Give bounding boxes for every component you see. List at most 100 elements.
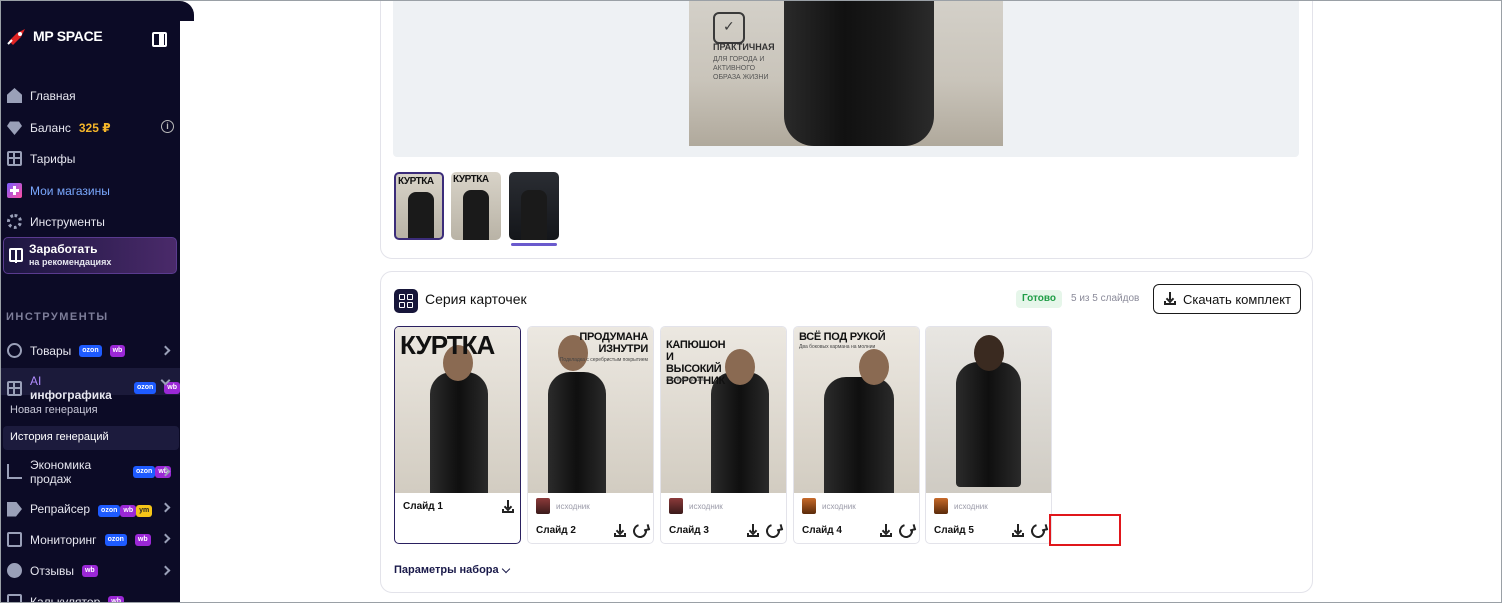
slide-model: [956, 362, 1021, 487]
main-content: ПРАКТИЧНАЯ ДЛЯ ГОРОДА И АКТИВНОГО ОБРАЗА…: [180, 1, 1501, 602]
refresh-icon[interactable]: [763, 521, 783, 541]
nav-balance[interactable]: Баланс 325 ₽: [7, 120, 111, 135]
wb-badge: wb: [108, 595, 124, 602]
nav-new-generation[interactable]: Новая генерация: [10, 404, 98, 416]
nav-calculator[interactable]: Калькулятор wb: [7, 594, 124, 603]
download-icon[interactable]: [746, 524, 760, 538]
wb-badge: wb: [81, 564, 98, 577]
slide-subtitle: Два боковых кармана на молнии: [799, 344, 876, 350]
set-parameters-toggle[interactable]: Параметры набора: [394, 564, 510, 576]
hierarchy-icon: [7, 343, 22, 358]
slide-model-head: [859, 349, 889, 385]
chat-icon: [7, 563, 22, 578]
monitor-icon: [7, 532, 22, 547]
chevron-down-icon: [501, 564, 510, 573]
nav-my-stores[interactable]: Мои магазины: [7, 183, 110, 198]
grid-icon: [394, 289, 418, 313]
preview-title: ПРАКТИЧНАЯ: [713, 42, 775, 52]
nav-tariffs[interactable]: Тарифы: [7, 151, 75, 166]
slide-card-1[interactable]: КУРТКА Слайд 1: [394, 326, 521, 544]
slide-card-3[interactable]: КАПЮШОН И ВЫСОКИЙ ВОРОТНИК Застёжка до ш…: [660, 326, 787, 544]
slide-card-5[interactable]: исходник Слайд 5: [925, 326, 1052, 544]
nav-products[interactable]: Товары ozon wb: [7, 343, 126, 358]
source-label: исходник: [954, 501, 988, 511]
info-icon[interactable]: i: [161, 120, 174, 133]
nav-tools[interactable]: Инструменты: [7, 214, 105, 229]
slide-image: [926, 327, 1051, 493]
nav-repricer-label: Репрайсер: [30, 502, 91, 516]
source-row: исходник: [802, 498, 856, 514]
logo[interactable]: MP SPACE: [7, 27, 103, 45]
nav-reviews[interactable]: Отзывы wb: [7, 563, 98, 578]
refresh-icon[interactable]: [1028, 521, 1048, 541]
download-set-label: Скачать комплект: [1182, 291, 1291, 307]
thumbnail-3[interactable]: [509, 172, 559, 240]
source-thumbnail[interactable]: [934, 498, 948, 514]
nav-balance-label: Баланс: [30, 120, 71, 135]
tag-icon: [7, 501, 22, 517]
nav-ai-infographics[interactable]: AI инфографика ozon wb: [7, 374, 180, 402]
slide-card-2[interactable]: ПРОДУМАНА ИЗНУТРИ Подкладка с серебристы…: [527, 326, 654, 544]
wb-badge: wb: [109, 344, 126, 357]
highlight-box: [1049, 514, 1121, 546]
download-icon[interactable]: [501, 500, 515, 514]
nav-home[interactable]: Главная: [7, 88, 76, 103]
thumbnail-model: [463, 190, 489, 240]
nav-repricer[interactable]: Репрайсер ozon wb ym: [7, 501, 153, 517]
refresh-icon[interactable]: [630, 521, 650, 541]
nav-products-label: Товары: [30, 343, 72, 358]
sidebar: MP SPACE Главная Баланс 325 ₽ i Тарифы М…: [1, 1, 180, 603]
diamond-icon: [7, 121, 22, 135]
preview-image: ПРАКТИЧНАЯ ДЛЯ ГОРОДА И АКТИВНОГО ОБРАЗА…: [689, 1, 1003, 146]
download-icon: [1163, 292, 1177, 306]
slide-label: Слайд 5: [934, 525, 974, 536]
table-icon: [7, 151, 22, 166]
download-icon[interactable]: [1011, 524, 1025, 538]
chevron-right-icon[interactable]: [160, 345, 171, 356]
series-title: Серия карточек: [425, 291, 527, 307]
source-thumbnail[interactable]: [669, 498, 683, 514]
thumbnail-model: [521, 190, 547, 240]
nav-monitoring[interactable]: Мониторинг ozon wb: [7, 532, 151, 547]
balance-value: 325 ₽: [78, 120, 111, 135]
download-set-button[interactable]: Скачать комплект: [1153, 284, 1301, 314]
ai-prefix: AI: [29, 374, 42, 388]
thumbnail-2[interactable]: КУРТКА: [451, 172, 501, 240]
preview-model: [784, 1, 934, 146]
nav-generation-history[interactable]: История генераций: [10, 431, 109, 443]
earn-subtitle: на рекомендациях: [29, 257, 112, 267]
nav-sales-economics[interactable]: Экономика продаж ozon wb: [7, 458, 172, 486]
slides-count: 5 из 5 слайдов: [1071, 293, 1140, 304]
chevron-right-icon[interactable]: [160, 502, 171, 513]
plus-icon: [7, 183, 22, 198]
source-row: исходник: [934, 498, 988, 514]
thumbnail-active-indicator: [511, 243, 557, 246]
nav-home-label: Главная: [30, 88, 76, 103]
chevron-right-icon[interactable]: [160, 565, 171, 576]
slide-card-4[interactable]: ВСЁ ПОД РУКОЙ Два боковых кармана на мол…: [793, 326, 920, 544]
slide-model-head: [725, 349, 755, 385]
slide-model: [711, 372, 769, 493]
home-icon: [7, 88, 22, 103]
wb-badge: wb: [120, 505, 137, 517]
slide-label: Слайд 4: [802, 525, 842, 536]
status-badge: Готово: [1016, 290, 1063, 308]
source-thumbnail[interactable]: [802, 498, 816, 514]
nav-reviews-label: Отзывы: [30, 563, 74, 578]
nav-ai-infographics-label: инфографика: [29, 388, 112, 402]
thumbnail-model: [408, 192, 434, 238]
slide-subtitle: Подкладка с серебристым покрытием: [559, 357, 648, 363]
nav-tools-label: Инструменты: [30, 214, 105, 229]
refresh-icon[interactable]: [896, 521, 916, 541]
nav-calculator-label: Калькулятор: [30, 594, 101, 603]
source-thumbnail[interactable]: [536, 498, 550, 514]
download-icon[interactable]: [613, 524, 627, 538]
collapse-sidebar-icon[interactable]: [152, 32, 167, 47]
download-icon[interactable]: [879, 524, 893, 538]
thumbnail-1[interactable]: КУРТКА: [394, 172, 444, 240]
calculator-icon: [7, 594, 22, 602]
slide-image: КУРТКА: [395, 327, 520, 493]
thumbnail-title: КУРТКА: [398, 176, 434, 187]
chevron-right-icon[interactable]: [160, 533, 171, 544]
gift-icon: [9, 248, 23, 263]
